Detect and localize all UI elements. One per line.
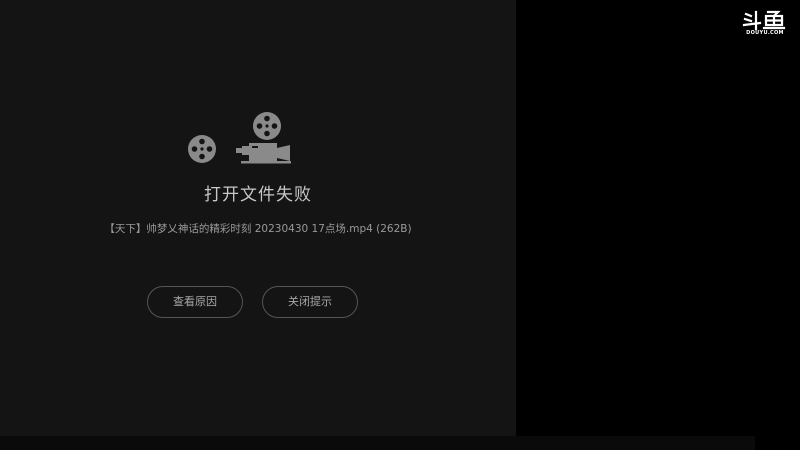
- film-projector-icon: [188, 112, 291, 164]
- error-title: 打开文件失败: [204, 185, 312, 205]
- douyu-wordmark-icon: [742, 10, 786, 31]
- douyu-domain-label: DOUYU.COM: [746, 30, 784, 36]
- bottom-bar: [0, 436, 755, 450]
- view-reason-button[interactable]: 查看原因: [147, 286, 243, 318]
- error-panel: 打开文件失败 【天下】帅梦乂神话的精彩时刻 20230430 17点场.mp4 …: [0, 0, 516, 436]
- file-name-label: 【天下】帅梦乂神话的精彩时刻 20230430 17点场.mp4 (262B): [104, 223, 412, 235]
- player-window: 打开文件失败 【天下】帅梦乂神话的精彩时刻 20230430 17点场.mp4 …: [0, 0, 800, 450]
- close-tip-button[interactable]: 关闭提示: [262, 286, 358, 318]
- douyu-logo: DOUYU.COM: [742, 10, 788, 38]
